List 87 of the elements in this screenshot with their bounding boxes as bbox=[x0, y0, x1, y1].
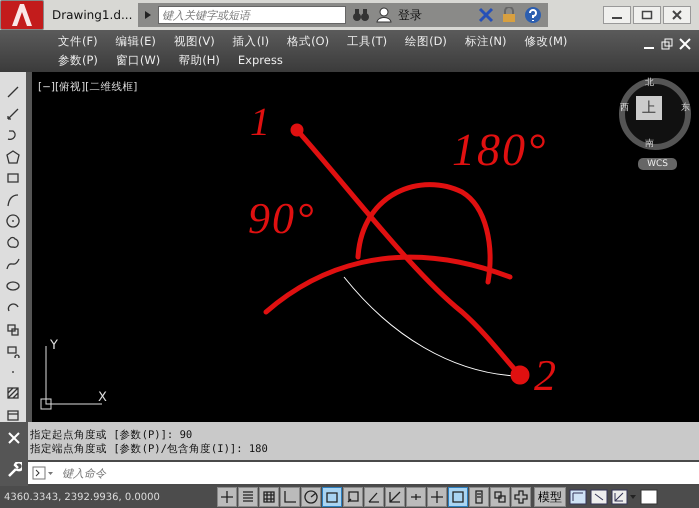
status-tool-icon bbox=[387, 489, 403, 505]
status-toggle-button[interactable] bbox=[490, 487, 510, 507]
wcs-button[interactable]: WCS bbox=[638, 158, 677, 170]
draw-tool-icon[interactable] bbox=[5, 106, 21, 121]
view-cube[interactable]: 北 西 上 东 南 bbox=[619, 78, 691, 150]
status-toggle-button[interactable] bbox=[280, 487, 300, 507]
command-prompt-icon[interactable] bbox=[32, 466, 54, 480]
model-tab[interactable]: 模型 bbox=[534, 487, 566, 507]
status-toggle-button[interactable] bbox=[259, 487, 279, 507]
handwritten-annotation: 2 bbox=[534, 354, 556, 398]
layout-icon[interactable] bbox=[569, 489, 587, 505]
draw-tool-icon[interactable] bbox=[5, 385, 21, 400]
status-tool-icon bbox=[429, 489, 445, 505]
status-toggle-button[interactable] bbox=[238, 487, 258, 507]
maximize-icon bbox=[641, 10, 653, 20]
menu-item[interactable]: 窗口(W) bbox=[116, 53, 160, 68]
status-toggle-button[interactable] bbox=[301, 487, 321, 507]
status-toggle-button[interactable] bbox=[406, 487, 426, 507]
draw-tool-icon[interactable] bbox=[5, 84, 21, 100]
status-toggle-button[interactable] bbox=[217, 487, 237, 507]
binoculars-icon[interactable] bbox=[352, 7, 370, 23]
status-tool-icon bbox=[282, 489, 298, 505]
draw-tool-icon[interactable] bbox=[5, 148, 21, 164]
close-icon[interactable] bbox=[7, 430, 21, 444]
maximize-button[interactable] bbox=[633, 6, 661, 24]
document-title: Drawing1.d... bbox=[52, 8, 130, 22]
menu-item[interactable]: 工具(T) bbox=[347, 34, 388, 49]
status-tool-icon bbox=[450, 489, 466, 505]
coordinates-readout: 4360.3343, 2392.9936, 0.0000 bbox=[4, 492, 161, 502]
menu-item[interactable]: 帮助(H) bbox=[178, 53, 220, 68]
status-toggle-button[interactable] bbox=[322, 487, 342, 507]
y-axis-label: Y bbox=[50, 338, 58, 353]
handwritten-annotation: 1 bbox=[250, 102, 270, 142]
application-menu-button[interactable] bbox=[0, 0, 44, 30]
menu-item[interactable]: 文件(F) bbox=[58, 34, 98, 49]
menu-item[interactable]: 视图(V) bbox=[174, 34, 215, 49]
wrench-icon[interactable] bbox=[6, 462, 22, 478]
status-toggle-button[interactable] bbox=[364, 487, 384, 507]
status-toggle-button[interactable] bbox=[385, 487, 405, 507]
menu-item[interactable]: 标注(N) bbox=[464, 34, 507, 49]
status-toggle-button[interactable] bbox=[448, 487, 468, 507]
handwritten-annotation: 90° bbox=[248, 197, 316, 241]
south-label: 南 bbox=[645, 140, 654, 149]
cube-face[interactable]: 上 bbox=[636, 96, 662, 120]
annotation-scale-icon[interactable] bbox=[611, 489, 637, 505]
status-tool-icon bbox=[261, 489, 277, 505]
west-label: 西 bbox=[620, 104, 629, 113]
menu-item[interactable]: 参数(P) bbox=[58, 53, 98, 68]
draw-tool-icon[interactable] bbox=[5, 234, 21, 250]
status-toggle-button[interactable] bbox=[511, 487, 531, 507]
menu-item[interactable]: 修改(M) bbox=[524, 34, 568, 49]
x-axis-label: X bbox=[98, 390, 107, 405]
status-tool-icon bbox=[345, 489, 361, 505]
command-history-line: 指定起点角度或 [参数(P)]: 90 bbox=[30, 428, 194, 442]
status-tool-icon bbox=[492, 489, 508, 505]
status-toggle-button[interactable] bbox=[469, 487, 489, 507]
status-toggle-button[interactable] bbox=[427, 487, 447, 507]
draw-tool-icon[interactable] bbox=[5, 192, 21, 207]
search-field[interactable]: 键入关键字或短语 bbox=[158, 6, 346, 24]
window-icon[interactable] bbox=[640, 489, 658, 505]
viewport-icon[interactable] bbox=[590, 489, 608, 505]
user-icon[interactable] bbox=[376, 7, 392, 23]
status-toggle-button[interactable] bbox=[343, 487, 363, 507]
draw-tool-icon[interactable] bbox=[5, 256, 21, 272]
status-tool-icon bbox=[219, 489, 235, 505]
menu-item[interactable]: 编辑(E) bbox=[116, 34, 156, 49]
minimize-button[interactable] bbox=[603, 6, 631, 24]
help-icon[interactable] bbox=[524, 6, 542, 24]
restore-icon[interactable] bbox=[661, 38, 673, 50]
east-label: 东 bbox=[681, 104, 690, 113]
status-tool-icon bbox=[303, 489, 319, 505]
north-label: 北 bbox=[645, 79, 654, 88]
menu-item[interactable]: Express bbox=[238, 53, 283, 68]
menu-item[interactable]: 插入(I) bbox=[232, 34, 270, 49]
close-button[interactable] bbox=[663, 6, 691, 24]
sign-in-link[interactable]: 登录 bbox=[398, 6, 422, 24]
close-icon[interactable] bbox=[679, 38, 691, 50]
viewport-label[interactable]: [−][俯视][二维线框] bbox=[38, 80, 138, 94]
close-icon bbox=[671, 10, 683, 20]
expand-arrow-icon[interactable] bbox=[144, 10, 152, 20]
command-history-line: 指定端点角度或 [参数(P)/包含角度(I)]: 180 bbox=[30, 442, 269, 456]
draw-tool-icon[interactable] bbox=[5, 213, 21, 228]
menu-item[interactable]: 格式(O) bbox=[287, 34, 330, 49]
minimize-icon bbox=[612, 17, 622, 19]
handwritten-annotation: 180° bbox=[452, 127, 548, 173]
menu-item[interactable]: 绘图(D) bbox=[405, 34, 447, 49]
status-tool-icon bbox=[513, 489, 529, 505]
